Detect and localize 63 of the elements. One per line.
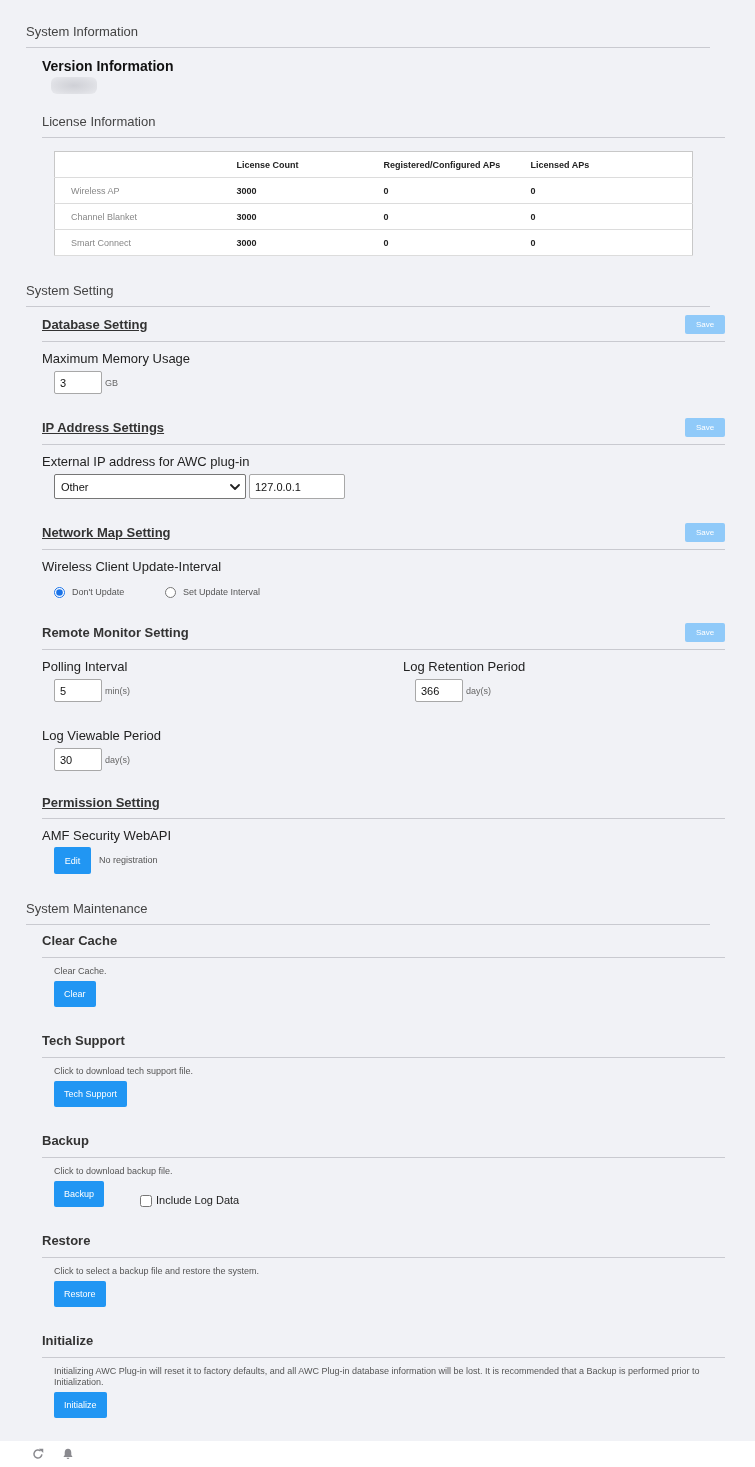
field-label: Log Viewable Period: [42, 728, 162, 744]
license-heading: License Information: [42, 114, 156, 129]
description-text: Clear Cache.: [53, 966, 108, 977]
checkbox-label: Include Log Data: [156, 1194, 240, 1207]
radio-button[interactable]: [54, 587, 65, 598]
radio-label: Set Update Interval: [183, 586, 261, 599]
number-input[interactable]: 5: [54, 679, 102, 702]
dropdown-select[interactable]: Other: [54, 474, 246, 499]
unit-label: GB: [105, 377, 118, 388]
group-heading: Initialize: [42, 1333, 94, 1349]
text-input[interactable]: 127.0.0.1: [249, 474, 345, 499]
table-cell: 0: [530, 211, 536, 222]
section-title: System Information: [26, 24, 138, 39]
column-header: Licensed APs: [530, 159, 590, 170]
number-input[interactable]: 3: [54, 371, 102, 394]
chevron-down-icon: [230, 483, 240, 490]
description-text: Click to download tech support file.: [53, 1066, 195, 1077]
table-cell: 0: [383, 185, 389, 196]
unit-label: day(s): [466, 685, 491, 696]
heading-link[interactable]: Network Map Setting: [42, 524, 171, 541]
column-header: Registered/Configured APs: [383, 159, 501, 170]
section-title: System Setting: [26, 283, 114, 298]
field-label: AMF Security WebAPI: [42, 828, 173, 844]
row-label: Channel Blanket: [71, 211, 138, 222]
group-heading: Tech Support: [42, 1033, 125, 1049]
field-label: Wireless Client Update-Interval: [42, 559, 223, 575]
group-heading: Remote Monitor Setting: [42, 624, 189, 641]
field-label: Polling Interval: [42, 659, 129, 675]
table-cell: 3000: [236, 185, 257, 196]
description-text: Click to download backup file.: [53, 1166, 174, 1177]
column-header: License Count: [236, 159, 299, 170]
field-label: Log Retention Period: [403, 659, 527, 675]
description-text: Initializing AWC Plug-in will reset it to factory defaults, and all AWC Plug-in database information will be lost. It is recommended that a Backup is performed prior to Initialization.: [53, 1366, 701, 1388]
table-cell: 0: [530, 185, 536, 196]
table-cell: 3000: [236, 211, 257, 222]
table-cell: 3000: [236, 237, 257, 248]
radio-button[interactable]: [165, 587, 176, 598]
group-heading: Restore: [42, 1233, 91, 1249]
table-cell: 0: [383, 211, 389, 222]
unit-label: min(s): [105, 685, 130, 696]
heading-link[interactable]: IP Address Settings: [42, 419, 165, 436]
table-cell: 0: [383, 237, 389, 248]
number-input[interactable]: 30: [54, 748, 102, 771]
checkbox[interactable]: [140, 1194, 153, 1207]
heading-link[interactable]: Database Setting: [42, 316, 148, 333]
heading-link[interactable]: Permission Setting: [42, 795, 160, 811]
section-title: System Maintenance: [26, 901, 148, 916]
row-label: Wireless AP: [71, 185, 120, 196]
status-text: No registration: [99, 854, 158, 867]
field-label: External IP address for AWC plug-in: [42, 454, 251, 470]
bell-icon[interactable]: [62, 1448, 74, 1460]
version-heading: Version Information: [42, 57, 175, 74]
group-heading: Clear Cache: [42, 933, 118, 949]
description-text: Click to select a backup file and restore the system.: [53, 1266, 261, 1277]
refresh-icon[interactable]: [32, 1448, 44, 1460]
blurred-block: [51, 77, 97, 94]
table-cell: 0: [530, 237, 536, 248]
row-label: Smart Connect: [71, 237, 132, 248]
radio-label: Don't Update: [72, 586, 125, 599]
group-heading: Backup: [42, 1133, 89, 1149]
field-label: Maximum Memory Usage: [42, 351, 192, 367]
number-input[interactable]: 366: [415, 679, 463, 702]
unit-label: day(s): [105, 754, 130, 765]
